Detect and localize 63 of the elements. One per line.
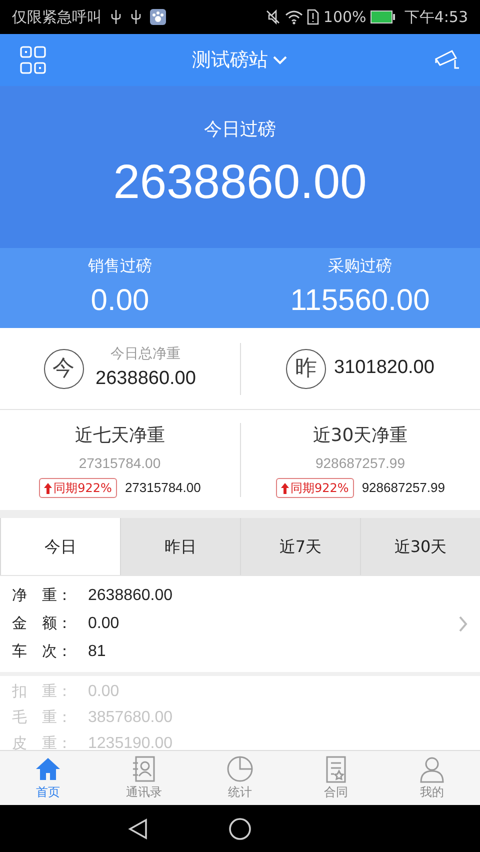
detail-row[interactable]: 净 重： 2638860.00 金 额： 0.00 车 次： 81 bbox=[0, 576, 480, 676]
field-label: 扣 重： bbox=[12, 681, 73, 702]
back-icon[interactable] bbox=[128, 818, 148, 840]
nav-tab[interactable]: 我的 bbox=[384, 751, 480, 805]
period-tab[interactable]: 近30天 bbox=[360, 518, 480, 575]
split-value: 0.00 bbox=[90, 282, 150, 318]
yesterday-badge: 昨 bbox=[286, 348, 326, 388]
period-tab[interactable]: 昨日 bbox=[120, 518, 240, 575]
nav-tab[interactable]: 通讯录 bbox=[96, 751, 192, 805]
field-value: 0.00 bbox=[88, 682, 120, 702]
camera-icon[interactable] bbox=[434, 49, 460, 71]
total-net-label: 今日总净重 bbox=[110, 344, 181, 364]
home-icon bbox=[34, 755, 62, 783]
split-label: 采购过磅 bbox=[328, 254, 392, 276]
chevron-down-icon bbox=[272, 55, 288, 65]
field-label: 车 次： bbox=[12, 641, 73, 662]
usb-icon bbox=[130, 9, 142, 25]
nav-tab[interactable]: 合同 bbox=[288, 751, 384, 805]
pie-chart-icon bbox=[226, 755, 254, 783]
contact-card-icon bbox=[130, 755, 158, 783]
range-title: 近30天净重 bbox=[312, 424, 408, 448]
total-net-value: 2638860.00 bbox=[96, 366, 196, 391]
split-value: 115560.00 bbox=[290, 282, 430, 318]
field-value: 2638860.00 bbox=[88, 586, 173, 606]
station-dropdown[interactable]: 测试磅站 bbox=[192, 46, 288, 74]
today-badge: 今 bbox=[44, 348, 84, 388]
battery-percent: 100% bbox=[323, 6, 366, 28]
split-label: 销售过磅 bbox=[88, 254, 152, 276]
change-tag: 同期922% bbox=[38, 478, 117, 498]
sim-icon bbox=[307, 9, 320, 25]
range-value: 928687257.99 bbox=[315, 454, 406, 473]
today-value: 2638860.00 bbox=[113, 154, 367, 210]
field-value: 3857680.00 bbox=[88, 708, 173, 728]
field-label: 金 额： bbox=[12, 613, 73, 634]
chevron-right-icon bbox=[458, 615, 468, 633]
change-tag: 同期922% bbox=[276, 478, 354, 498]
field-value: 0.00 bbox=[88, 614, 120, 634]
compare-value: 27315784.00 bbox=[124, 479, 201, 498]
range-title: 近七天净重 bbox=[74, 424, 165, 448]
mute-icon bbox=[265, 9, 282, 25]
nav-tab[interactable]: 首页 bbox=[0, 751, 96, 805]
up-arrow-icon bbox=[44, 482, 52, 494]
paw-app-icon bbox=[150, 9, 166, 25]
field-value: 81 bbox=[88, 642, 106, 662]
battery-icon bbox=[370, 10, 396, 24]
up-arrow-icon bbox=[280, 482, 289, 494]
field-label: 皮 重： bbox=[12, 733, 73, 750]
field-label: 净 重： bbox=[12, 585, 73, 606]
compare-value: 928687257.99 bbox=[362, 479, 445, 498]
field-value: 1235190.00 bbox=[88, 734, 173, 750]
today-label: 今日过磅 bbox=[204, 118, 276, 142]
wifi-icon bbox=[285, 9, 304, 25]
carrier-text: 仅限紧急呼叫 bbox=[12, 6, 102, 28]
person-icon bbox=[418, 755, 446, 783]
field-label: 毛 重： bbox=[12, 707, 73, 728]
nav-tab[interactable]: 统计 bbox=[192, 751, 288, 805]
yesterday-value: 3101820.00 bbox=[334, 356, 434, 380]
home-button-icon[interactable] bbox=[228, 816, 252, 840]
period-tab[interactable]: 近7天 bbox=[240, 518, 360, 575]
clock-text: 下午4:53 bbox=[404, 6, 468, 28]
range-value: 27315784.00 bbox=[78, 454, 161, 473]
grid-menu-icon[interactable] bbox=[20, 46, 46, 74]
usb-icon bbox=[110, 9, 122, 25]
